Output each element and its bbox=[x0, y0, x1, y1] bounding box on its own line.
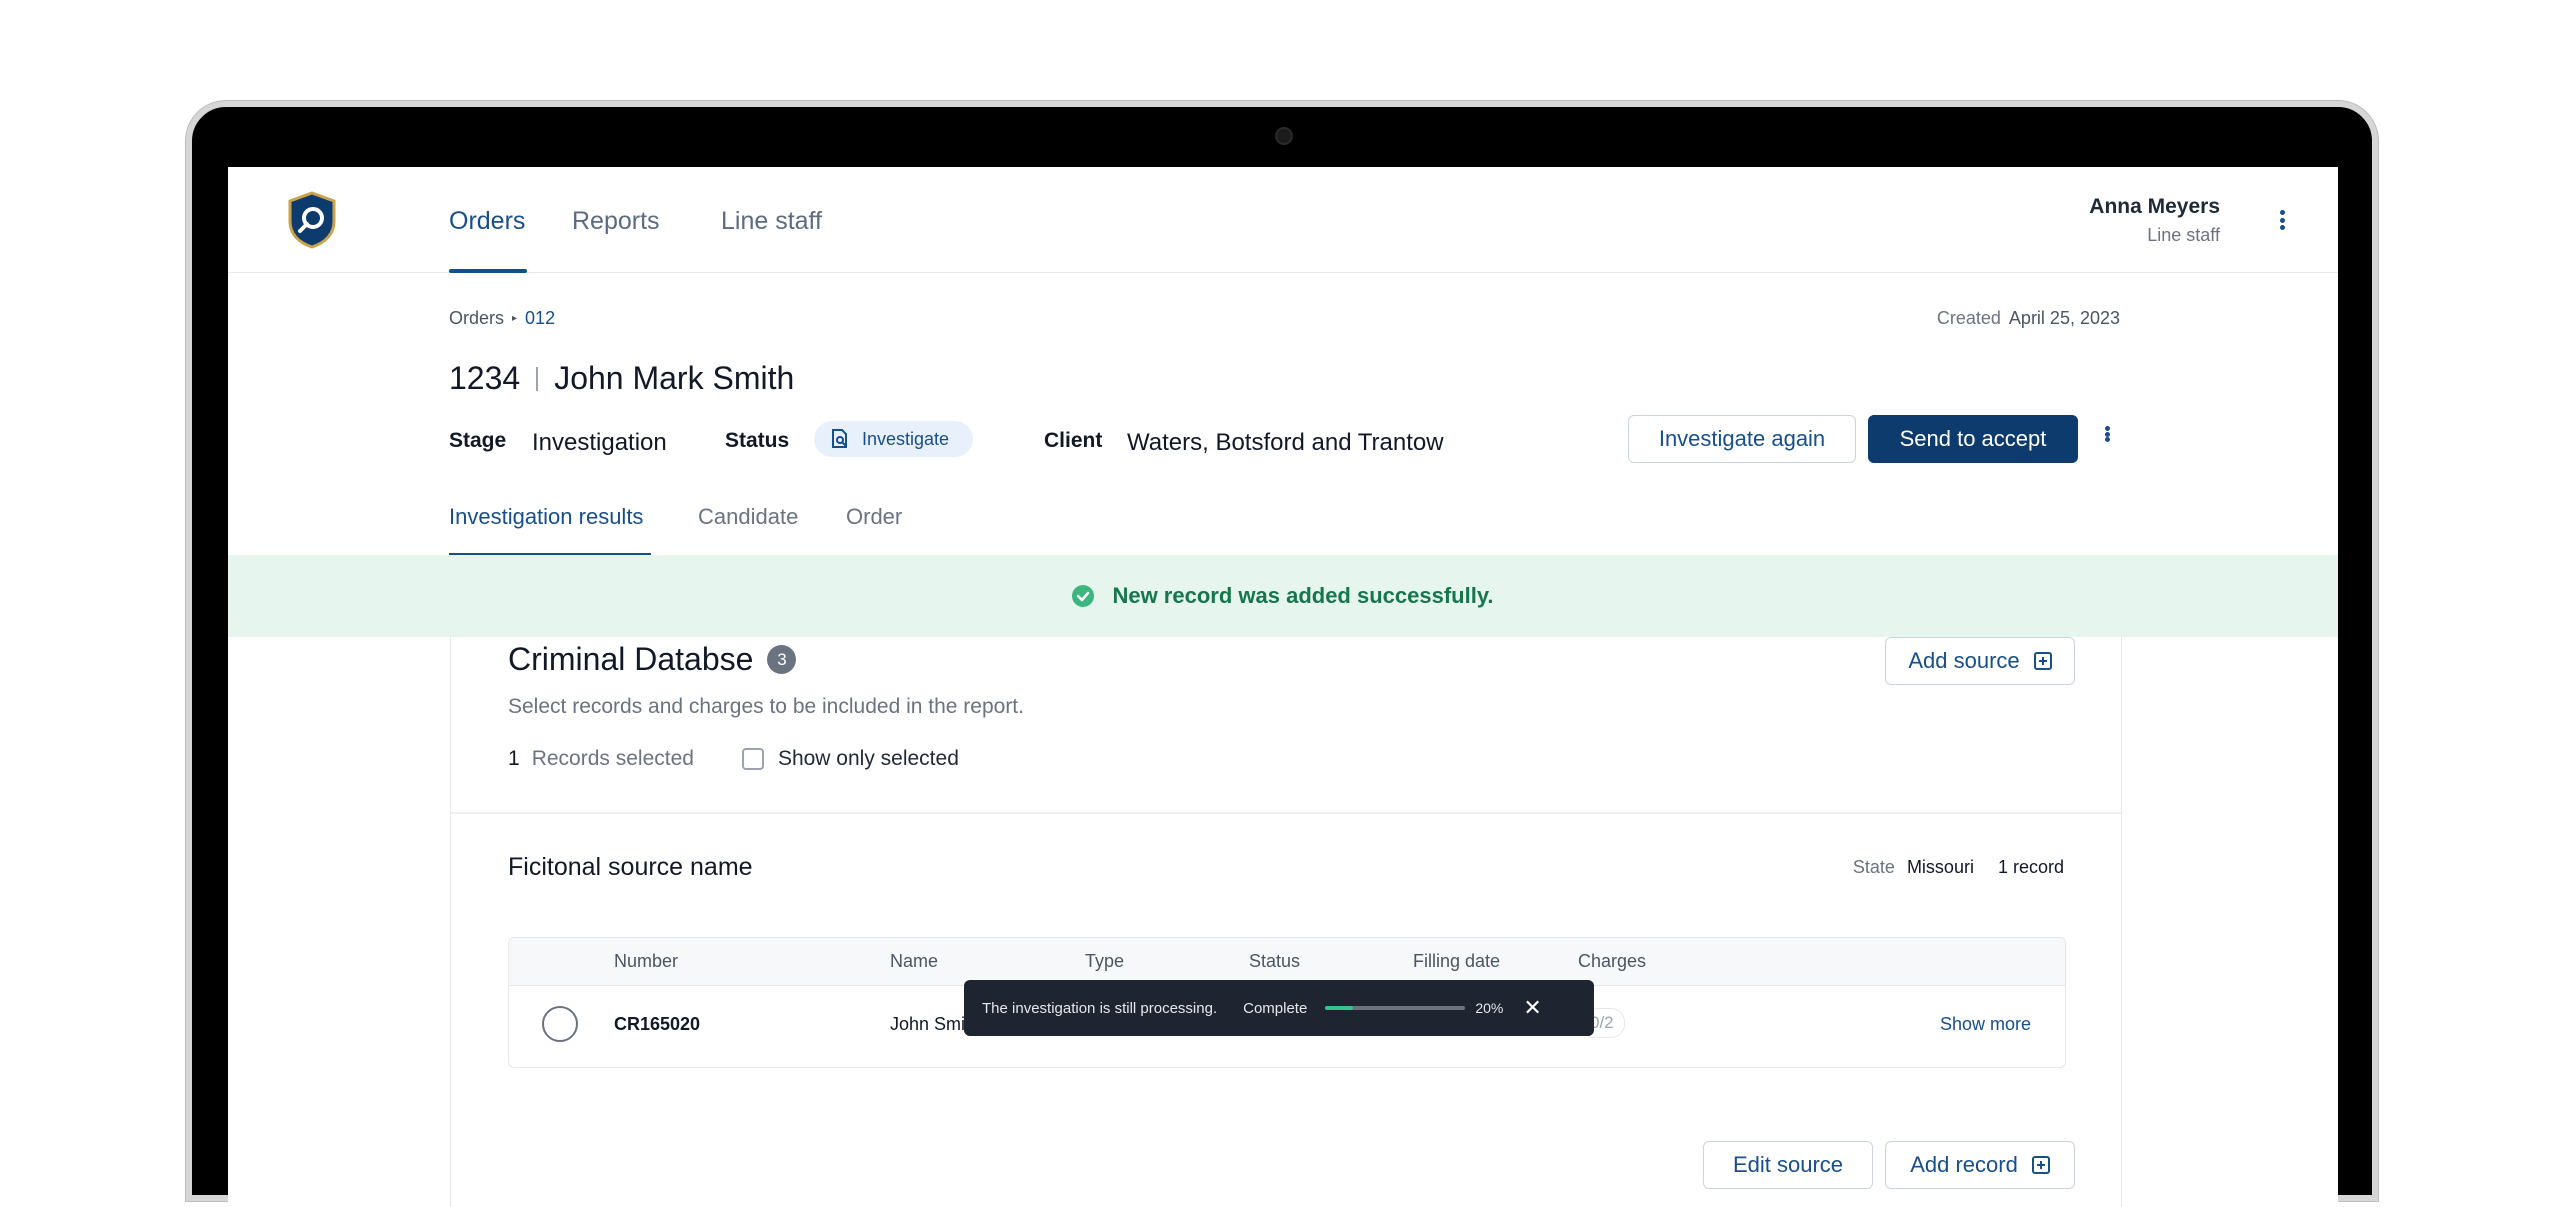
col-number: Number bbox=[614, 951, 679, 971]
page-title: 1234 John Mark Smith bbox=[449, 360, 794, 397]
send-to-accept-button[interactable]: Send to accept bbox=[1868, 415, 2078, 463]
progress-fill bbox=[1325, 1006, 1354, 1010]
section-description: Select records and charges to be include… bbox=[508, 695, 1024, 718]
row-select-radio[interactable] bbox=[542, 1006, 578, 1042]
add-source-button[interactable]: Add source bbox=[1885, 637, 2075, 685]
success-message: New record was added successfully. bbox=[1112, 583, 1494, 608]
nav-orders[interactable]: Orders bbox=[449, 207, 525, 236]
camera bbox=[1275, 127, 1293, 145]
table-header: Number Name Type Status Filling date Cha… bbox=[509, 938, 2065, 986]
card-divider bbox=[451, 812, 2121, 814]
show-only-selected-label[interactable]: Show only selected bbox=[778, 747, 959, 771]
created-value: April 25, 2023 bbox=[2008, 308, 2120, 328]
candidate-name: John Mark Smith bbox=[554, 360, 795, 396]
breadcrumb: Orders ▸ 012 bbox=[449, 308, 555, 329]
stage-value: Investigation bbox=[532, 429, 667, 456]
status-badge: Investigate bbox=[814, 421, 974, 457]
tab-investigation-results[interactable]: Investigation results bbox=[449, 504, 643, 530]
col-status: Status bbox=[1249, 951, 1301, 971]
success-banner: New record was added successfully. bbox=[228, 555, 2338, 637]
shield-logo-icon[interactable] bbox=[286, 191, 338, 249]
document-search-icon bbox=[832, 429, 847, 448]
status-value: Investigate bbox=[862, 428, 950, 449]
record-count-badge: 3 bbox=[767, 645, 797, 674]
edit-source-button[interactable]: Edit source bbox=[1703, 1141, 1873, 1189]
breadcrumb-orders[interactable]: Orders bbox=[449, 308, 504, 329]
created-date: Created April 25, 2023 bbox=[1937, 308, 2120, 329]
created-label: Created bbox=[1936, 308, 2001, 328]
breadcrumb-current[interactable]: 012 bbox=[525, 308, 555, 329]
laptop-frame: Orders Reports Line staff Anna Meyers Li… bbox=[186, 101, 2378, 1207]
plus-square-icon bbox=[2033, 652, 2052, 670]
nav-reports[interactable]: Reports bbox=[572, 207, 660, 236]
more-actions-icon[interactable] bbox=[2101, 421, 2113, 447]
state-value: Missouri bbox=[1906, 857, 1974, 877]
selection-row: 1 Records selected Show only selected bbox=[508, 747, 959, 771]
stage-label: Stage bbox=[449, 429, 507, 452]
app-screen: Orders Reports Line staff Anna Meyers Li… bbox=[228, 167, 2338, 1207]
order-number: 1234 bbox=[449, 360, 521, 396]
col-filling-date: Filling date bbox=[1413, 951, 1501, 971]
tab-candidate[interactable]: Candidate bbox=[698, 504, 798, 530]
check-circle-icon bbox=[1072, 585, 1095, 607]
top-nav: Orders Reports Line staff Anna Meyers Li… bbox=[228, 167, 2338, 273]
section-title: Criminal Databse 3 bbox=[508, 641, 797, 678]
progress-bar bbox=[1325, 1006, 1466, 1010]
add-source-label: Add source bbox=[1908, 648, 2020, 673]
source-name: Ficitonal source name bbox=[508, 853, 753, 881]
status-label: Status bbox=[725, 429, 790, 452]
source-meta: State Missouri 1 record bbox=[1853, 857, 2064, 878]
user-menu-icon[interactable] bbox=[2276, 205, 2288, 235]
record-name: John Smi bbox=[890, 1014, 966, 1034]
plus-square-icon bbox=[2031, 1156, 2050, 1174]
state-label: State bbox=[1852, 857, 1895, 877]
section-title-text: Criminal Databse bbox=[508, 641, 754, 677]
col-charges: Charges bbox=[1578, 951, 1647, 971]
source-record-count: 1 record bbox=[1997, 857, 2064, 877]
criminal-database-card: Criminal Databse 3 Add source Select rec… bbox=[450, 637, 2122, 1207]
col-type: Type bbox=[1085, 951, 1125, 971]
show-more-link[interactable]: Show more bbox=[1940, 1014, 2031, 1035]
user-name: Anna Meyers bbox=[2089, 195, 2220, 218]
caret-right-icon: ▸ bbox=[512, 313, 518, 324]
progress-percent: 20% bbox=[1475, 1000, 1504, 1016]
client-value: Waters, Botsford and Trantow bbox=[1127, 429, 1444, 456]
col-name: Name bbox=[890, 951, 939, 971]
close-icon[interactable]: ✕ bbox=[1523, 995, 1541, 1021]
investigate-again-button[interactable]: Investigate again bbox=[1628, 415, 1856, 463]
toast-progress-label: Complete bbox=[1243, 999, 1308, 1017]
selected-label: Records selected bbox=[531, 747, 694, 770]
nav-active-indicator bbox=[449, 269, 527, 273]
toast-message: The investigation is still processing. bbox=[982, 999, 1218, 1017]
tab-order[interactable]: Order bbox=[846, 504, 902, 530]
selected-count: 1 bbox=[508, 747, 520, 770]
processing-toast: The investigation is still processing. C… bbox=[964, 980, 1594, 1036]
user-role: Line staff bbox=[2147, 225, 2220, 245]
client-label: Client bbox=[1044, 429, 1103, 452]
title-divider bbox=[536, 366, 539, 391]
record-number: CR165020 bbox=[614, 1014, 701, 1034]
add-record-button[interactable]: Add record bbox=[1885, 1141, 2075, 1189]
show-only-selected-checkbox[interactable] bbox=[741, 748, 764, 770]
add-record-label: Add record bbox=[1910, 1152, 2018, 1177]
nav-line-staff[interactable]: Line staff bbox=[721, 207, 822, 236]
